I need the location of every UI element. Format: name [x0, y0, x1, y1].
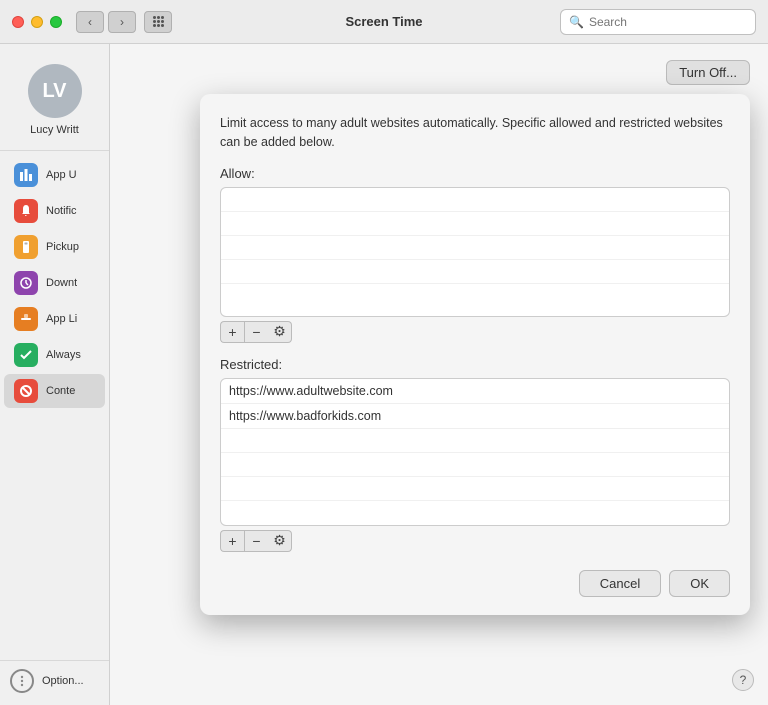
- search-input[interactable]: [589, 15, 747, 29]
- sidebar-item-app-limits[interactable]: App Li: [4, 302, 105, 336]
- minimize-button[interactable]: [31, 16, 43, 28]
- traffic-lights: [12, 16, 62, 28]
- restricted-gear-button[interactable]: ⚙: [268, 530, 292, 552]
- restricted-remove-button[interactable]: −: [244, 530, 268, 552]
- notifications-icon: [14, 199, 38, 223]
- grid-button[interactable]: [144, 11, 172, 33]
- maximize-button[interactable]: [50, 16, 62, 28]
- search-box[interactable]: 🔍: [560, 9, 756, 35]
- allow-empty-row: [221, 188, 729, 212]
- restricted-url-1[interactable]: https://www.adultwebsite.com: [221, 379, 729, 404]
- allow-gear-button[interactable]: ⚙: [268, 321, 292, 343]
- restricted-empty-row: [221, 477, 729, 501]
- allow-remove-button[interactable]: −: [244, 321, 268, 343]
- allow-list[interactable]: [220, 187, 730, 317]
- allow-empty-row: [221, 212, 729, 236]
- restricted-list[interactable]: https://www.adultwebsite.com https://www…: [220, 378, 730, 526]
- back-button[interactable]: ‹: [76, 11, 104, 33]
- sidebar-item-downtime[interactable]: Downt: [4, 266, 105, 300]
- sidebar-label-downtime: Downt: [46, 277, 77, 289]
- allow-empty-row: [221, 236, 729, 260]
- username: Lucy Writt: [10, 124, 100, 136]
- dialog-description: Limit access to many adult websites auto…: [220, 114, 730, 152]
- restricted-empty-row: [221, 429, 729, 453]
- sidebar-item-notifications[interactable]: Notific: [4, 194, 105, 228]
- sidebar-label-app-usage: App U: [46, 169, 77, 181]
- restricted-empty-row: [221, 501, 729, 525]
- sidebar: LV Lucy Writt App U Notific Pickup: [0, 44, 110, 705]
- sidebar-label-content: Conte: [46, 385, 75, 397]
- turn-off-button[interactable]: Turn Off...: [666, 60, 750, 85]
- main-layout: LV Lucy Writt App U Notific Pickup: [0, 44, 768, 705]
- sidebar-item-always-on[interactable]: Always: [4, 338, 105, 372]
- content-icon: [14, 379, 38, 403]
- allow-section: Allow: + − ⚙: [220, 166, 730, 357]
- restricted-empty-row: [221, 453, 729, 477]
- gear-icon: ⚙: [273, 323, 286, 340]
- options-label: Option...: [42, 675, 84, 687]
- search-icon: 🔍: [569, 15, 584, 29]
- sidebar-label-pickups: Pickup: [46, 241, 79, 253]
- allow-add-button[interactable]: +: [220, 321, 244, 343]
- app-usage-icon: [14, 163, 38, 187]
- cancel-button[interactable]: Cancel: [579, 570, 661, 597]
- help-button[interactable]: ?: [732, 669, 754, 691]
- sidebar-label-always-on: Always: [46, 349, 81, 361]
- content-area: Turn Off... Limit access to many adult w…: [110, 44, 768, 705]
- downtime-icon: [14, 271, 38, 295]
- allow-label: Allow:: [220, 166, 730, 181]
- titlebar: ‹ › Screen Time 🔍: [0, 0, 768, 44]
- close-button[interactable]: [12, 16, 24, 28]
- allow-controls: + − ⚙: [220, 321, 730, 343]
- pickups-icon: [14, 235, 38, 259]
- restricted-add-button[interactable]: +: [220, 530, 244, 552]
- avatar: LV: [28, 64, 82, 118]
- allow-empty-row: [221, 260, 729, 284]
- sidebar-label-app-limits: App Li: [46, 313, 77, 325]
- nav-buttons: ‹ ›: [76, 11, 136, 33]
- app-limits-icon: [14, 307, 38, 331]
- sidebar-label-notifications: Notific: [46, 205, 77, 217]
- grid-icon: [153, 16, 164, 27]
- ok-button[interactable]: OK: [669, 570, 730, 597]
- gear-icon: ⚙: [273, 532, 286, 549]
- restricted-section: Restricted: https://www.adultwebsite.com…: [220, 357, 730, 566]
- sidebar-item-pickups[interactable]: Pickup: [4, 230, 105, 264]
- content-dialog: Limit access to many adult websites auto…: [200, 94, 750, 615]
- options-icon: [10, 669, 34, 693]
- forward-button[interactable]: ›: [108, 11, 136, 33]
- dialog-footer: Cancel OK: [220, 570, 730, 597]
- options-item[interactable]: Option...: [0, 660, 109, 705]
- restricted-controls: + − ⚙: [220, 530, 730, 552]
- sidebar-item-app-usage[interactable]: App U: [4, 158, 105, 192]
- sidebar-item-content[interactable]: Conte: [4, 374, 105, 408]
- allow-empty-row: [221, 284, 729, 308]
- always-on-icon: [14, 343, 38, 367]
- sidebar-nav: App U Notific Pickup Downt: [0, 151, 109, 660]
- restricted-url-2[interactable]: https://www.badforkids.com: [221, 404, 729, 429]
- restricted-label: Restricted:: [220, 357, 730, 372]
- user-section: LV Lucy Writt: [0, 54, 109, 151]
- window-title: Screen Time: [345, 14, 422, 29]
